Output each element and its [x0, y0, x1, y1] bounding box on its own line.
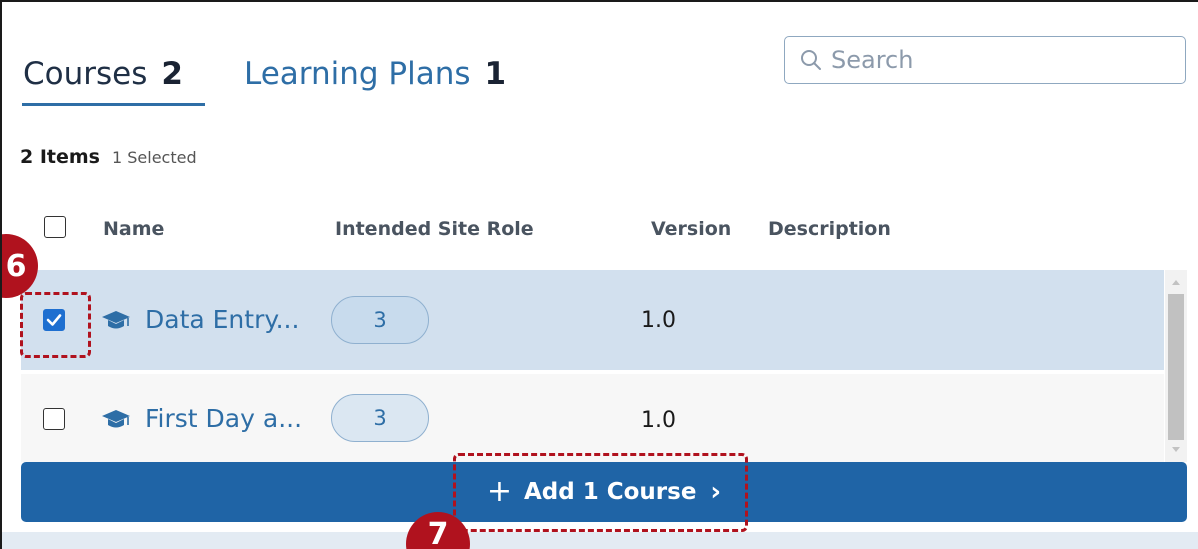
- table-row[interactable]: Data Entry... 3 1.0: [21, 270, 1164, 370]
- selected-count: 1 Selected: [111, 148, 197, 167]
- tab-learning-plans-count: 1: [484, 56, 507, 92]
- course-picker-panel: Courses 2 Learning Plans 1 2 Items 1 Sel…: [0, 0, 1198, 549]
- items-count: 2 Items: [20, 146, 100, 168]
- table-row[interactable]: First Day a... 3 1.0: [21, 374, 1164, 462]
- course-name-text: Data Entry...: [145, 305, 300, 334]
- scroll-up-arrow[interactable]: [1172, 280, 1180, 285]
- tab-courses[interactable]: Courses 2: [23, 42, 183, 106]
- select-all-checkbox[interactable]: [44, 216, 66, 238]
- search-icon: [801, 50, 821, 70]
- panel-footer: [2, 532, 1198, 549]
- course-name-text: First Day a...: [145, 404, 303, 433]
- course-version: 1.0: [641, 308, 676, 333]
- search-input[interactable]: [831, 46, 1185, 74]
- scroll-thumb[interactable]: [1168, 294, 1184, 440]
- graduation-cap-icon: [102, 409, 130, 427]
- tab-courses-count: 2: [161, 56, 183, 92]
- list-summary: 2 Items 1 Selected: [20, 146, 197, 168]
- tab-learning-plans-label: Learning Plans: [244, 56, 471, 92]
- scroll-down-arrow[interactable]: [1172, 447, 1180, 452]
- callout-badge-step-7-label: 7: [427, 516, 449, 549]
- callout-highlight-checkbox: [20, 292, 91, 358]
- column-header-version[interactable]: Version: [651, 218, 731, 240]
- table-header: Name Intended Site Role Version Descript…: [2, 202, 1182, 258]
- active-tab-indicator: [22, 103, 205, 106]
- course-version: 1.0: [641, 408, 676, 433]
- list-scrollbar[interactable]: [1165, 270, 1187, 462]
- tab-courses-label: Courses: [23, 56, 148, 92]
- site-role-count: 3: [373, 308, 387, 332]
- graduation-cap-icon: [102, 310, 130, 328]
- row-checkbox[interactable]: [43, 408, 65, 430]
- site-role-pill[interactable]: 3: [331, 296, 429, 344]
- site-role-count: 3: [373, 406, 387, 430]
- course-name-link[interactable]: First Day a...: [101, 404, 302, 433]
- course-name-link[interactable]: Data Entry...: [101, 305, 299, 334]
- search-box[interactable]: [784, 36, 1186, 84]
- site-role-pill[interactable]: 3: [331, 394, 429, 442]
- callout-badge-step-6-label: 6: [5, 248, 27, 284]
- callout-highlight-add-button: [453, 453, 748, 532]
- tab-learning-plans[interactable]: Learning Plans 1: [244, 42, 506, 106]
- column-header-name[interactable]: Name: [103, 218, 164, 240]
- column-header-description[interactable]: Description: [768, 218, 891, 240]
- column-header-role[interactable]: Intended Site Role: [335, 218, 534, 240]
